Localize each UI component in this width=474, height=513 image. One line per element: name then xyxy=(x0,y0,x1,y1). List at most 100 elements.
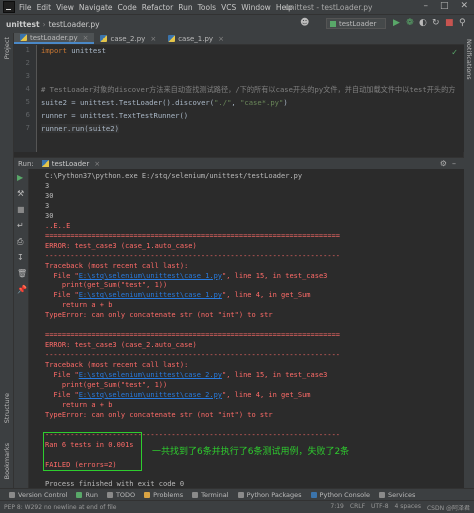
scroll-to-end-icon[interactable]: ↧ xyxy=(17,253,24,262)
console-line: TypeError: can only concatenate str (not… xyxy=(45,311,273,320)
menu-navigate[interactable]: Navigate xyxy=(79,3,113,12)
right-tool-strip: Notifications xyxy=(463,33,474,488)
console-line: ========================================… xyxy=(45,231,341,240)
tab-case-2[interactable]: case_2.py × xyxy=(94,33,162,44)
tool-button-label: Python Packages xyxy=(246,491,302,499)
settings-gear-icon[interactable]: ⚙ – xyxy=(440,159,456,168)
menu-run[interactable]: Run xyxy=(178,3,192,12)
inspection-ok-icon[interactable]: ✓ xyxy=(451,48,458,57)
profile-icon[interactable]: ↻ xyxy=(432,18,440,28)
debug-icon[interactable]: ❁ xyxy=(406,18,414,28)
tool-button-python-console[interactable]: Python Console xyxy=(310,491,370,499)
console-line: TypeError: can only concatenate str (not… xyxy=(45,410,273,419)
console-line: File "E:\stq\selenium\unittest\case_2.py… xyxy=(45,371,328,379)
pin-icon[interactable]: 📌 xyxy=(17,285,27,294)
run-configuration-select[interactable]: testLoader xyxy=(326,18,386,29)
code-line: # TestLoader对象的discover方法来自动查找测试路径，/下的所有… xyxy=(41,85,456,94)
tab-case-1[interactable]: case_1.py × xyxy=(162,33,230,44)
console-line: ========================================… xyxy=(45,331,341,340)
tool-button-todo[interactable]: TODO xyxy=(106,491,135,499)
window-title: unittest - testLoader.py xyxy=(285,2,373,12)
line-number: 6 xyxy=(25,111,30,119)
coverage-icon[interactable]: ◐ xyxy=(419,18,427,28)
maximize-icon[interactable]: □ xyxy=(440,1,449,11)
python-file-icon xyxy=(100,35,108,42)
wrench-icon[interactable]: ⚒ xyxy=(17,189,24,198)
python-file-icon xyxy=(20,34,27,41)
run-panel-label: Run: xyxy=(18,159,34,168)
watermark: CSDN @阿泽君 xyxy=(426,504,470,512)
editor-tabs: testLoader.py × case_2.py × case_1.py × xyxy=(14,33,464,45)
menu-file[interactable]: File xyxy=(19,3,32,12)
tab-testloader[interactable]: testLoader.py × xyxy=(14,33,95,44)
soft-wrap-icon[interactable]: ↵ xyxy=(17,221,24,230)
tool-button-version-control[interactable]: Version Control xyxy=(9,491,67,499)
run-panel-header: Run: testLoader × ⚙ – xyxy=(14,157,464,169)
print-icon[interactable]: ⎙ xyxy=(17,237,23,247)
code-line: runner.run(suite2) xyxy=(41,124,119,133)
menu-tools[interactable]: Tools xyxy=(198,3,216,12)
search-icon[interactable]: ⚲ xyxy=(459,18,466,28)
tool-button-label: Problems xyxy=(153,491,184,499)
close-tab-icon[interactable]: × xyxy=(218,35,224,43)
run-configuration-label: testLoader xyxy=(339,19,377,28)
tool-button-services[interactable]: Services xyxy=(378,491,415,499)
window-controls: – □ ✕ xyxy=(423,1,468,11)
menu-window[interactable]: Window xyxy=(241,3,271,12)
indent-setting[interactable]: 4 spaces xyxy=(395,503,421,512)
tool-window-icon xyxy=(144,492,151,498)
tool-button-problems[interactable]: Problems xyxy=(144,491,183,499)
line-separator[interactable]: CRLF xyxy=(350,503,365,512)
console-line: ----------------------------------------… xyxy=(45,251,341,260)
file-encoding[interactable]: UTF-8 xyxy=(371,503,389,512)
menu-code[interactable]: Code xyxy=(118,3,137,12)
rerun-icon[interactable]: ▶ xyxy=(17,173,23,182)
line-number: 1 xyxy=(25,46,30,54)
tool-button-run[interactable]: Run xyxy=(76,491,98,499)
breadcrumb-project[interactable]: unittest xyxy=(6,20,40,29)
console-line: 30 xyxy=(45,211,54,220)
run-toolbar: ▶ ⚒ ■ ↵ ⎙ ↧ 🗑 📌 xyxy=(14,169,29,489)
close-tab-icon[interactable]: × xyxy=(83,34,89,42)
tool-window-icon xyxy=(106,492,113,498)
run-tab-testloader[interactable]: testLoader × xyxy=(41,160,100,168)
notifications-tool-tab[interactable]: Notifications xyxy=(465,39,473,80)
menu-bar: File Edit View Navigate Code Refactor Ru… xyxy=(0,0,474,14)
console-line: C:\Python37\python.exe E:/stq/selenium/u… xyxy=(45,172,303,180)
tool-button-label: Run xyxy=(85,491,98,499)
close-tab-icon[interactable]: × xyxy=(150,35,156,43)
console-line: ERROR: test_case3 (case_1.auto_case) xyxy=(45,241,197,250)
file-link[interactable]: E:\stq\selenium\unittest\case_1.py xyxy=(79,272,222,280)
console-line: return a + b xyxy=(45,301,113,310)
close-tab-icon[interactable]: × xyxy=(94,160,100,168)
breadcrumb-file[interactable]: testLoader.py xyxy=(49,20,100,29)
file-link[interactable]: E:\stq\selenium\unittest\case_1.py xyxy=(79,291,222,299)
caret-position[interactable]: 7:19 xyxy=(330,503,343,512)
menu-vcs[interactable]: VCS xyxy=(221,3,236,12)
tool-window-icon xyxy=(192,492,199,498)
menu-edit[interactable]: Edit xyxy=(37,3,52,12)
stop-icon[interactable]: ■ xyxy=(445,18,454,28)
tool-button-python-packages[interactable]: Python Packages xyxy=(237,491,302,499)
tool-window-icon xyxy=(9,492,15,498)
menu-refactor[interactable]: Refactor xyxy=(142,3,173,12)
file-link[interactable]: E:\stq\selenium\unittest\case_2.py xyxy=(79,391,222,399)
close-icon[interactable]: ✕ xyxy=(460,1,468,11)
status-bar: PEP 8: W292 no newline at end of file 7:… xyxy=(0,500,474,513)
tool-button-terminal[interactable]: Terminal xyxy=(192,491,229,499)
run-icon[interactable]: ▶ xyxy=(393,18,400,28)
menu-view[interactable]: View xyxy=(56,3,74,12)
project-tool-tab[interactable]: Project xyxy=(3,37,11,59)
file-link[interactable]: E:\stq\selenium\unittest\case_2.py xyxy=(79,371,222,379)
tab-label: case_2.py xyxy=(110,34,146,43)
clear-icon[interactable]: 🗑 xyxy=(17,269,27,278)
stop-icon[interactable]: ■ xyxy=(17,205,25,214)
line-number: 4 xyxy=(25,85,30,93)
bookmarks-tool-tab[interactable]: Bookmarks xyxy=(3,443,11,479)
console-line: File "E:\stq\selenium\unittest\case_1.py… xyxy=(45,271,328,280)
user-icon[interactable]: ☻ xyxy=(300,18,309,28)
minimize-icon[interactable]: – xyxy=(423,1,428,11)
structure-tool-tab[interactable]: Structure xyxy=(3,393,11,423)
line-number: 5 xyxy=(25,98,30,106)
code-editor[interactable]: 1 2 3 4 5 6 7 ✓ import unittest # TestLo… xyxy=(14,45,464,152)
